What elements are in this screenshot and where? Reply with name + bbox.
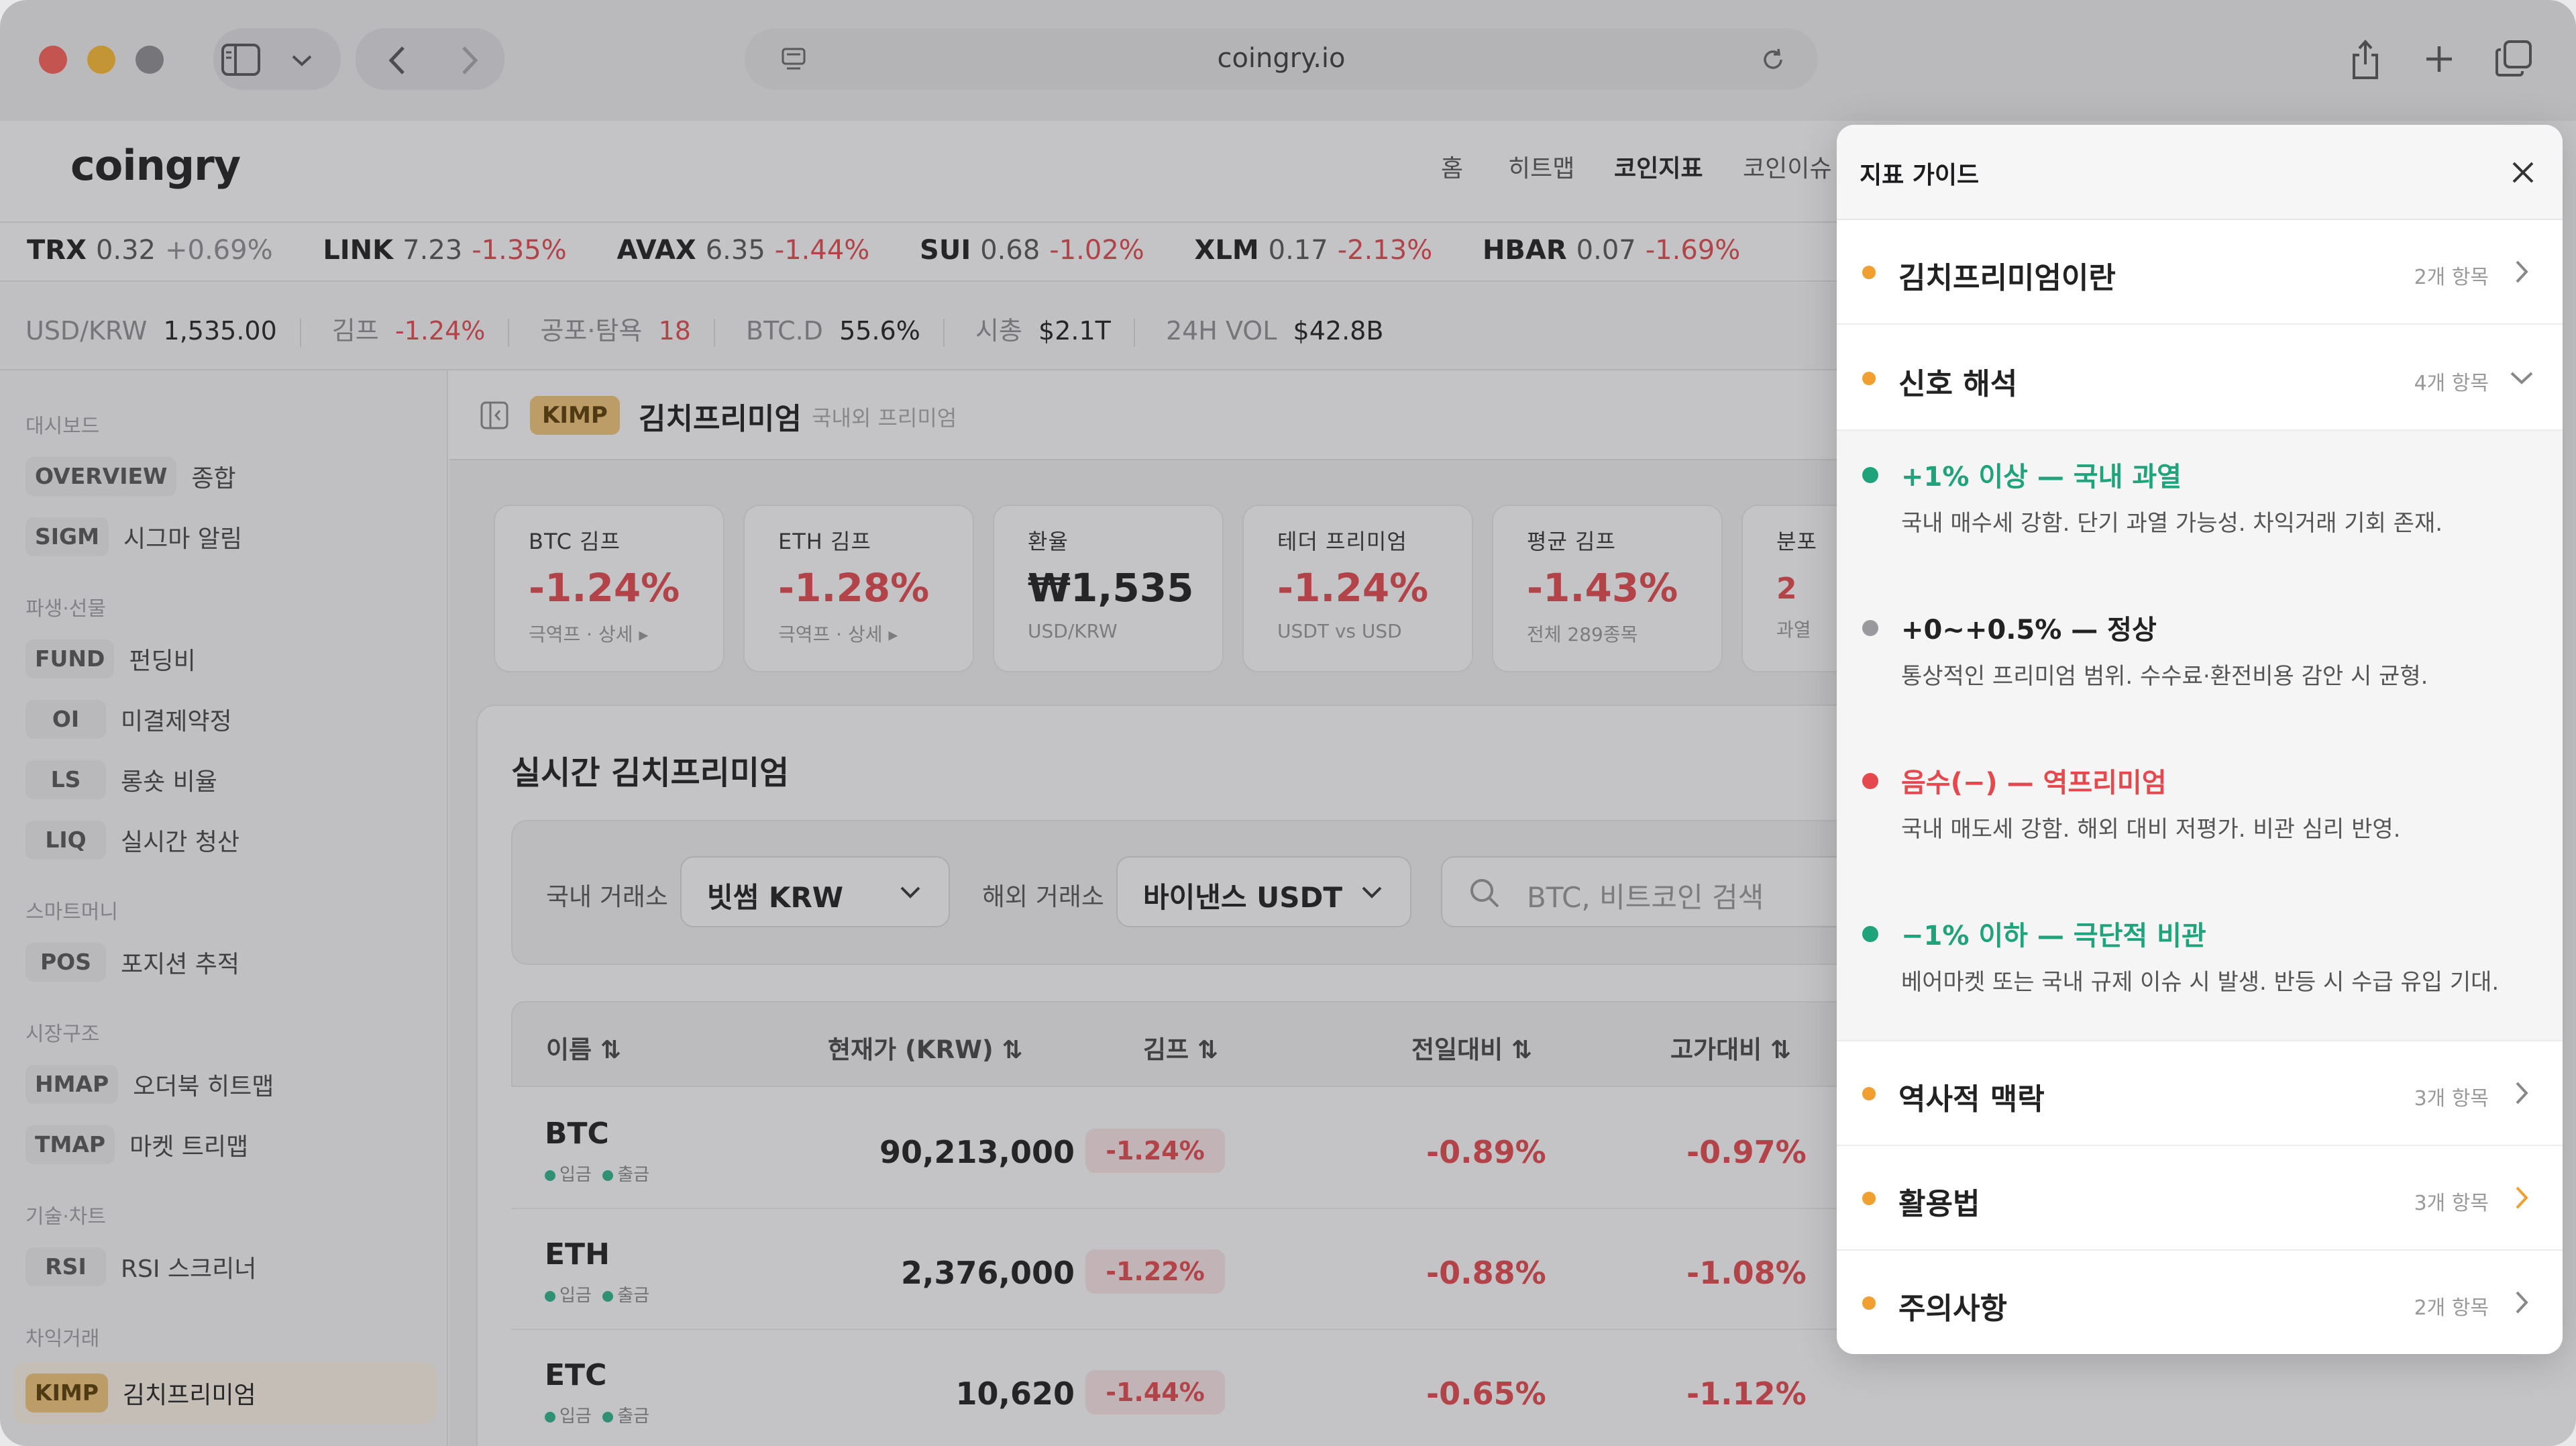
guide-section-signal-interpretation[interactable]: 신호 해석 4개 항목 [1837,326,2563,431]
signal-dot [1862,467,1878,483]
guide-section-historical-context[interactable]: 역사적 맥락 3개 항목 [1837,1041,2563,1146]
signal-item-overheated: +1% 이상 — 국내 과열 국내 매수세 강함. 단기 과열 가능성. 차익거… [1837,431,2563,584]
signal-item-extreme-pessimism: −1% 이하 — 극단적 비관 베어마켓 또는 국내 규제 이슈 시 발생. 반… [1837,890,2563,1043]
drawer-header: 지표 가이드 [1837,125,2563,220]
browser-window: coingry.io coingry 홈 히트맵 코인지표 코인이슈 TRX 0.… [0,0,2576,1446]
signal-dot [1862,926,1878,942]
signal-item-reverse-premium: 음수(−) — 역프리미엄 국내 매도세 강함. 해외 대비 저평가. 비관 심… [1837,737,2563,890]
drawer-title: 지표 가이드 [1860,162,1980,189]
chevron-right-icon [2516,1186,2528,1209]
chevron-right-icon [2516,1082,2528,1104]
signal-dot [1862,773,1878,789]
signal-dot [1862,620,1878,636]
chevron-right-icon [2516,1291,2528,1314]
signal-list: +1% 이상 — 국내 과열 국내 매수세 강함. 단기 과열 가능성. 차익거… [1837,431,2563,1041]
guide-section-what-is-kimp[interactable]: 김치프리미엄이란 2개 항목 [1837,220,2563,325]
chevron-down-icon [2510,372,2533,384]
signal-item-normal: +0~+0.5% — 정상 통상적인 프리미엄 범위. 수수료·환전비용 감안 … [1837,584,2563,737]
close-icon[interactable] [2506,156,2540,189]
guide-section-cautions[interactable]: 주의사항 2개 항목 [1837,1251,2563,1354]
guide-section-usage[interactable]: 활용법 3개 항목 [1837,1146,2563,1251]
chevron-right-icon [2516,260,2528,283]
indicator-guide-drawer: 지표 가이드 김치프리미엄이란 2개 항목 신호 해석 4개 항목 +1% 이상… [1837,125,2563,1354]
